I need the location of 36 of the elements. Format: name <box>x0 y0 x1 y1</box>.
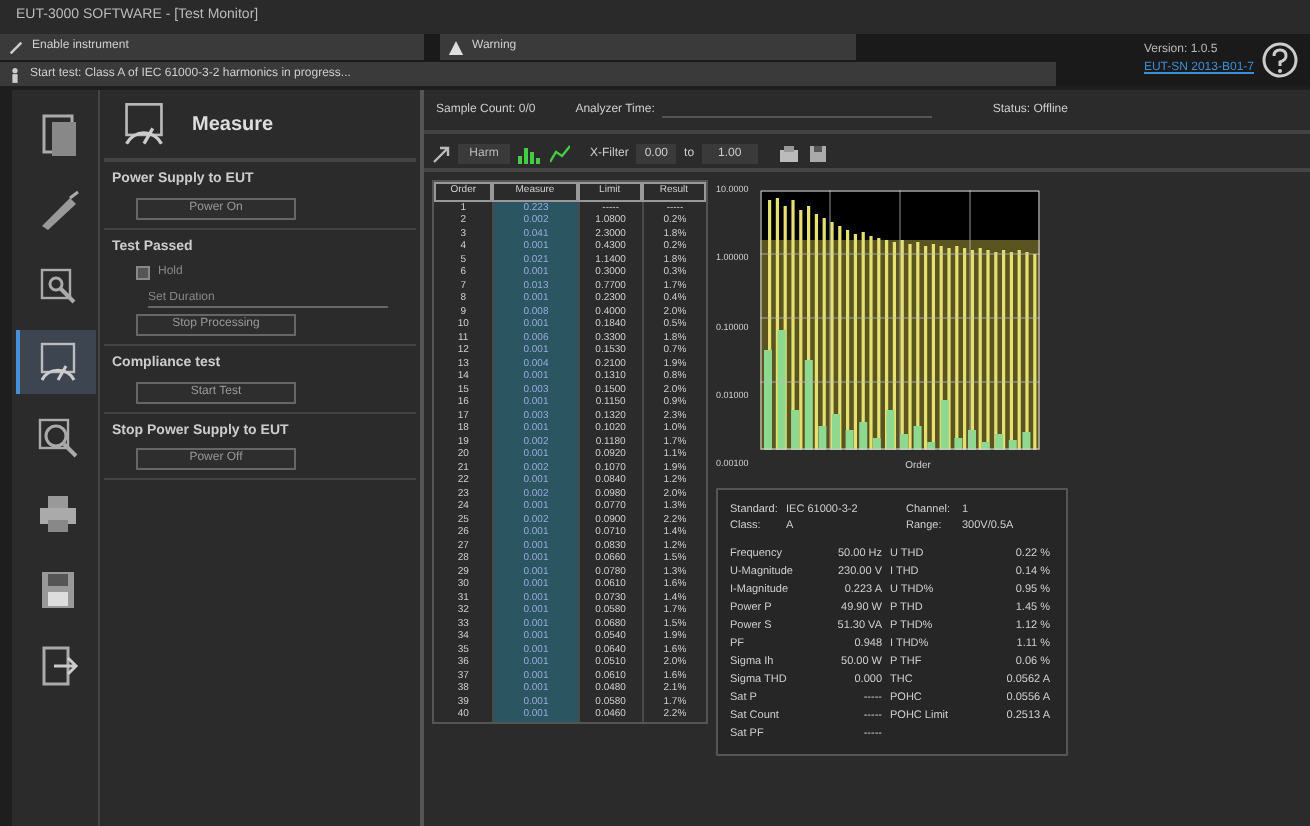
sidebar-item[interactable] <box>15 330 95 394</box>
pen-icon <box>8 39 24 55</box>
measure-bar <box>913 426 922 450</box>
measure-bar <box>832 414 840 450</box>
save-icon <box>807 144 828 164</box>
measure-bar <box>981 442 990 450</box>
measure-bar <box>968 430 976 450</box>
measure-bar <box>872 438 881 450</box>
person-icon <box>8 65 22 83</box>
printer-icon <box>35 492 79 536</box>
checkbox[interactable] <box>136 266 150 280</box>
help-icon <box>1262 42 1298 78</box>
measure-bar <box>777 330 786 450</box>
bar-chart-icon <box>518 144 542 164</box>
gauge-icon <box>120 100 168 148</box>
measure-bar <box>927 442 936 450</box>
measure-bar <box>900 434 908 450</box>
measure-bar <box>845 430 854 450</box>
warning-icon <box>448 39 464 55</box>
panel-title: Measure <box>192 111 274 139</box>
measure-bar <box>1022 432 1031 450</box>
printer-icon <box>777 144 800 164</box>
measure-bar <box>859 422 868 450</box>
measure-bar <box>764 350 772 450</box>
measure-bar <box>791 410 800 450</box>
measure-bar <box>1008 440 1017 450</box>
arrow-icon <box>432 145 450 163</box>
line-chart-icon <box>550 144 570 164</box>
measure-bar <box>804 360 813 450</box>
measure-bar <box>886 410 895 450</box>
search-icon <box>35 416 79 460</box>
measure-bar <box>954 438 963 450</box>
measure-bar <box>995 434 1004 450</box>
gauge-icon <box>35 340 79 384</box>
measure-bar <box>940 400 949 450</box>
measure-bar <box>818 426 827 450</box>
